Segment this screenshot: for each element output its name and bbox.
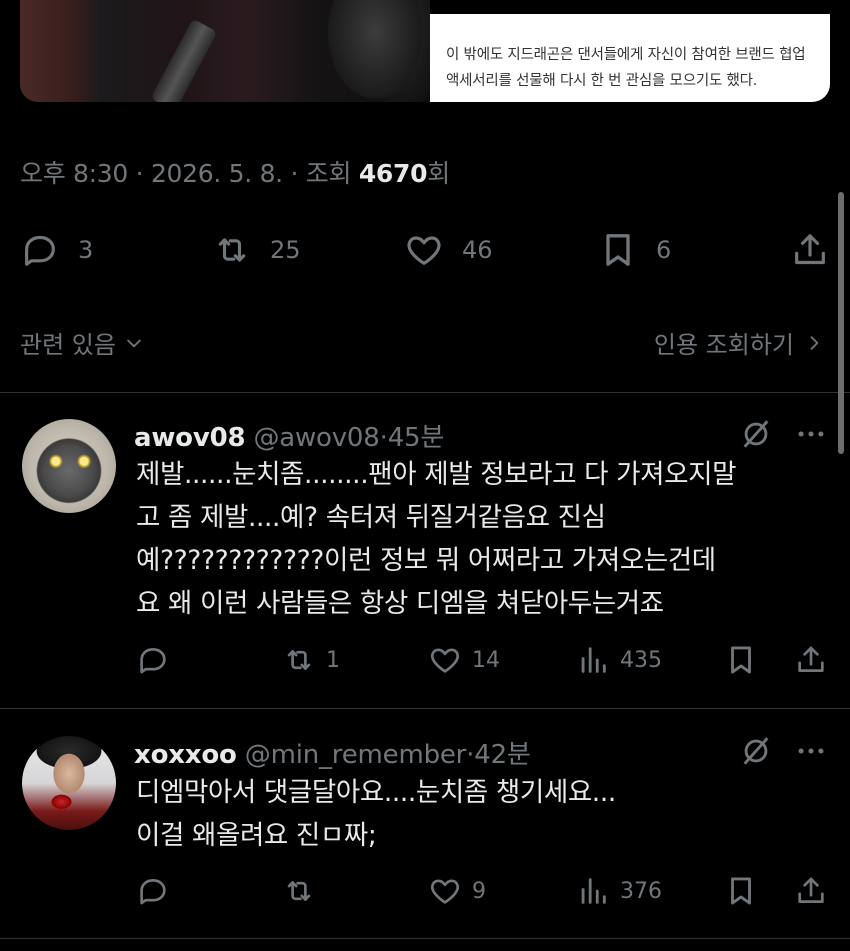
- scrollbar[interactable]: [838, 192, 844, 454]
- share-icon: [798, 646, 824, 672]
- heart-icon: [407, 236, 441, 265]
- analytics-icon: [581, 878, 606, 904]
- reply-text-line: 요 왜 이런 사람들은 항상 디엠을 쳐닫아두는거죠: [136, 588, 664, 619]
- reply-text: 제발......눈치좀........팬아 제발 정보라고 다 가져오지말 고 …: [136, 453, 736, 625]
- reply-handle[interactable]: @min_remember: [245, 740, 467, 770]
- reply-like-button[interactable]: 14: [428, 643, 500, 677]
- bookmark-icon: [606, 234, 630, 266]
- bookmark-button[interactable]: 6: [598, 230, 671, 270]
- reply-text-line: 디엠막아서 댓글달아요....눈치좀 챙기세요...: [136, 777, 616, 808]
- reply-views-button[interactable]: 376: [576, 874, 662, 908]
- reply-text-line: 이걸 왜올려요 진ㅁ짜;: [136, 820, 377, 851]
- tweet-date[interactable]: 2026. 5. 8.: [151, 159, 283, 188]
- microphone-image-detail: [150, 18, 218, 102]
- view-count: 4670: [358, 159, 428, 188]
- performer-image-detail: [320, 0, 430, 102]
- reply-like-count: 9: [472, 878, 486, 904]
- retweet-icon: [287, 650, 311, 670]
- retweet-icon: [218, 238, 246, 262]
- reply-display-name[interactable]: xoxxoo: [134, 740, 237, 770]
- reply-header: xoxxoo @min_remember·42분: [134, 734, 531, 771]
- meta-separator: ·: [128, 159, 151, 188]
- tweet-meta: 오후 8:30 · 2026. 5. 8. · 조회 4670회: [20, 154, 450, 190]
- retweet-button[interactable]: 25: [212, 230, 301, 270]
- reply-bookmark-button[interactable]: [724, 874, 758, 908]
- bookmark-count: 6: [656, 236, 672, 264]
- avatar[interactable]: [22, 736, 116, 830]
- chevron-right-icon: [810, 335, 819, 350]
- reply-display-name[interactable]: awov08: [134, 423, 246, 453]
- reply-views-button[interactable]: 435: [576, 643, 662, 677]
- reply-time[interactable]: ·42분: [466, 740, 531, 770]
- views-suffix: 회: [427, 159, 450, 188]
- reply-time[interactable]: ·45분: [380, 423, 445, 453]
- bookmark-icon: [731, 646, 751, 674]
- comment-icon: [140, 648, 166, 674]
- reply-button[interactable]: 3: [20, 230, 93, 270]
- share-button[interactable]: [790, 230, 830, 270]
- tweet-media-article-card[interactable]: 이 밖에도 지드래곤은 댄서들에게 자신이 참여한 브랜드 협업 액세서리를 선…: [430, 14, 830, 102]
- grok-icon: [743, 420, 769, 448]
- more-icon: [798, 431, 824, 437]
- more-button[interactable]: [794, 734, 828, 772]
- more-button[interactable]: [794, 417, 828, 455]
- share-icon: [795, 234, 825, 265]
- related-label: 관련 있음: [20, 331, 116, 359]
- reply-text-line: 제발......눈치좀........팬아 제발 정보라고 다 가져오지말: [136, 459, 737, 490]
- avatar[interactable]: [22, 419, 116, 513]
- heart-icon: [430, 648, 460, 673]
- related-toggle[interactable]: 관련 있음: [20, 325, 144, 360]
- reply-view-count: 376: [620, 878, 662, 904]
- retweet-count: 25: [270, 236, 301, 264]
- more-icon: [798, 748, 824, 754]
- grok-button[interactable]: [739, 734, 773, 772]
- article-card-text: 이 밖에도 지드래곤은 댄서들에게 자신이 참여한 브랜드 협업 액세서리를 선…: [446, 47, 806, 89]
- view-quotes-link[interactable]: 인용 조회하기: [654, 325, 824, 360]
- view-quotes-label: 인용 조회하기: [653, 331, 794, 359]
- comment-icon: [140, 879, 166, 905]
- views-label: · 조회: [282, 159, 359, 188]
- divider: [0, 708, 850, 709]
- tweet-time[interactable]: 오후 8:30: [20, 159, 128, 188]
- reply-comment-button[interactable]: [136, 643, 180, 677]
- like-button[interactable]: 46: [404, 230, 493, 270]
- grok-button[interactable]: [739, 417, 773, 455]
- tweet-media-image[interactable]: [20, 0, 430, 102]
- reply-retweet-button[interactable]: [282, 874, 326, 908]
- reply-retweet-count: 1: [326, 647, 340, 673]
- analytics-icon: [581, 647, 606, 673]
- like-count: 46: [462, 236, 493, 264]
- reply-count: 3: [78, 236, 94, 264]
- share-icon: [798, 877, 824, 903]
- reply-like-button[interactable]: 9: [428, 874, 486, 908]
- heart-icon: [430, 879, 460, 904]
- reply-header: awov08 @awov08·45분: [134, 417, 444, 454]
- divider: [0, 938, 850, 939]
- retweet-icon: [287, 881, 311, 901]
- reply-bookmark-button[interactable]: [724, 643, 758, 677]
- reply-text: 디엠막아서 댓글달아요....눈치좀 챙기세요... 이걸 왜올려요 진ㅁ짜;: [136, 771, 616, 857]
- comment-icon: [25, 235, 55, 266]
- reply-text-line: 예????????????이런 정보 뭐 어쩌라고 가져오는건데: [136, 545, 716, 576]
- reply-text-line: 고 좀 제발....예? 속터져 뒤질거같음요 진심: [136, 502, 606, 533]
- reply-view-count: 435: [620, 647, 662, 673]
- reply-share-button[interactable]: [794, 643, 828, 677]
- chevron-down-icon: [127, 339, 141, 347]
- reply-share-button[interactable]: [794, 874, 828, 908]
- reply-like-count: 14: [472, 647, 500, 673]
- grok-icon: [743, 737, 769, 765]
- reply-retweet-button[interactable]: 1: [282, 643, 340, 677]
- bookmark-icon: [731, 877, 751, 905]
- reply-comment-button[interactable]: [136, 874, 180, 908]
- reply-handle[interactable]: @awov08: [253, 423, 379, 453]
- divider: [0, 392, 850, 393]
